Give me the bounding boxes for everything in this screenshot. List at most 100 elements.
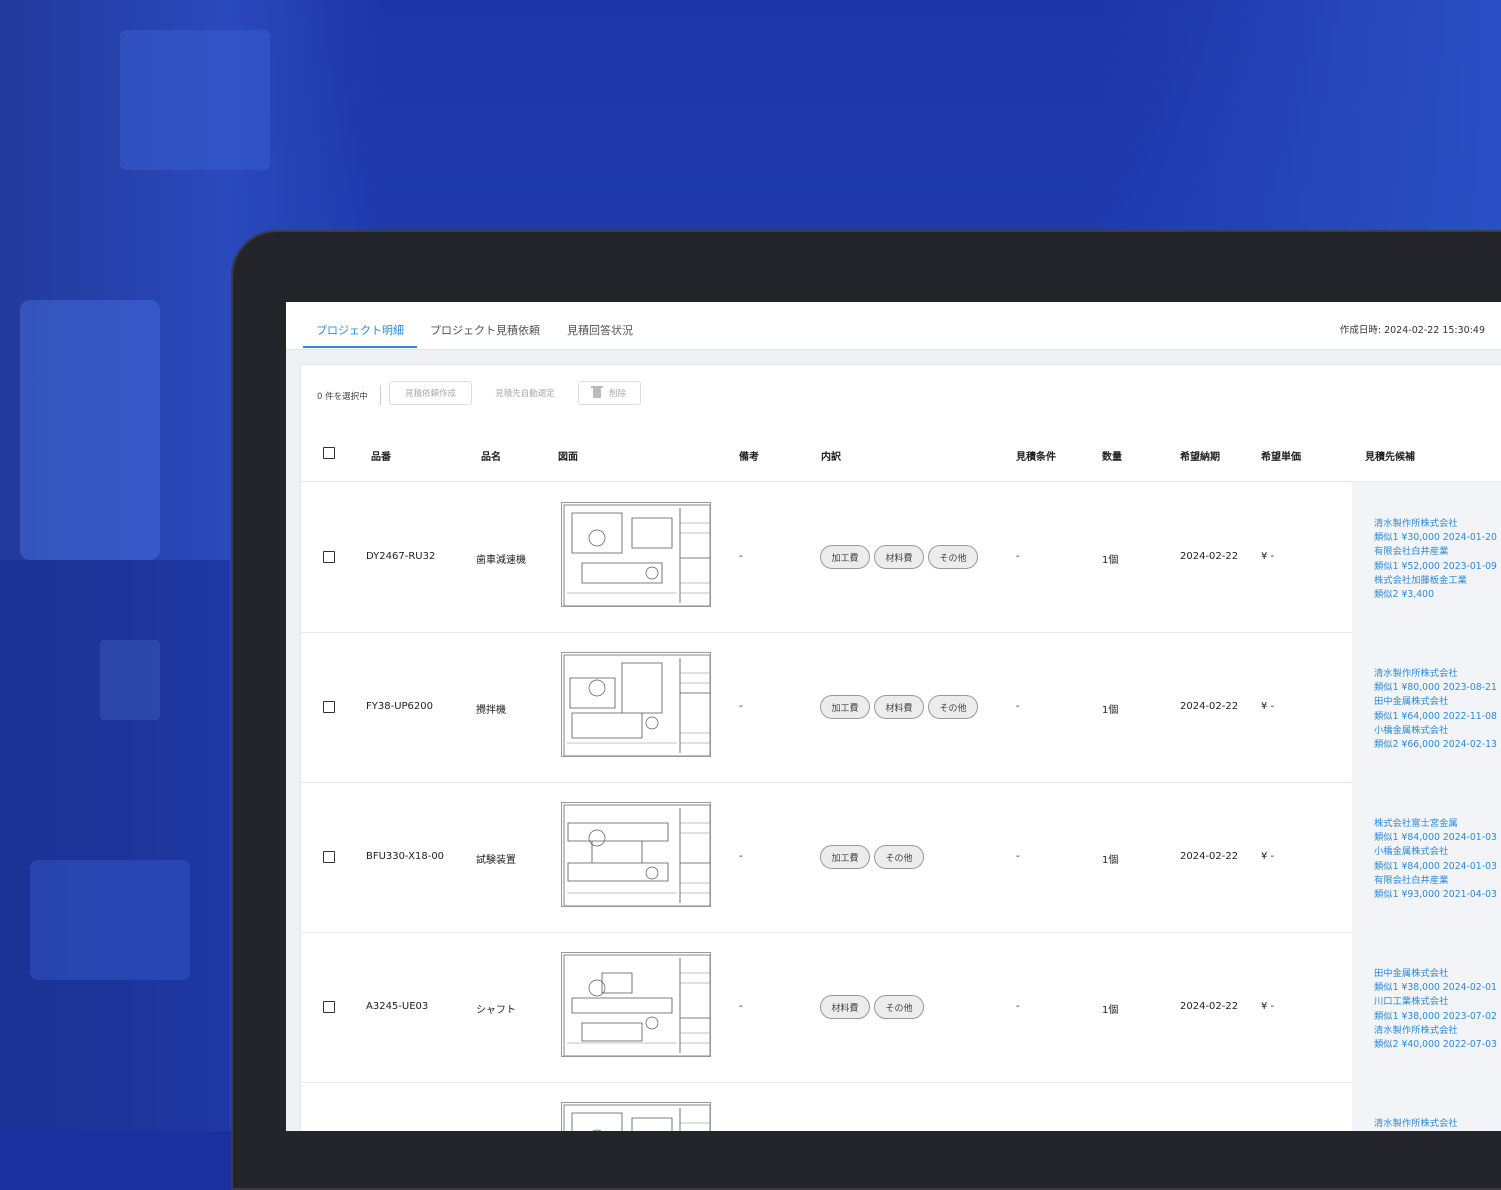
vendor-candidate-line[interactable]: 田中金属株式会社 [1374, 965, 1448, 979]
breakdown-chip[interactable]: その他 [928, 545, 978, 569]
vendor-candidate-line[interactable]: 類似1 ¥30,000 2024-01-20 [1374, 529, 1497, 543]
app-screen: プロジェクト明細 プロジェクト見積依頼 見積回答状況 作成日時: 2024-02… [286, 302, 1501, 1131]
vendor-candidate-line[interactable]: 類似1 ¥52,000 2023-01-09 [1374, 558, 1497, 572]
part-no: DY2467-RU32 [366, 551, 436, 562]
drawing-thumbnail[interactable] [561, 502, 711, 607]
table-row[interactable]: 清水製作所株式会社 [301, 1082, 1501, 1131]
table-row[interactable]: FY38-UP6200 攪拌機 - 加工費 材料費 その他 - 1個 2024-02-22 ¥ … [301, 632, 1501, 783]
row-checkbox[interactable] [323, 1001, 335, 1013]
vendor-candidate-line[interactable]: 清水製作所株式会社 [1374, 515, 1458, 529]
vendor-candidate-line[interactable]: 類似1 ¥64,000 2022-11-08 [1374, 708, 1497, 722]
part-no: A3245-UE03 [366, 1001, 429, 1012]
vendor-candidate-line[interactable]: 株式会社富士宮金属 [1374, 815, 1458, 829]
technical-drawing-icon [563, 654, 710, 756]
vendor-candidates: 株式会社富士宮金属 類似1 ¥84,000 2024-01-03 小橋金属株式会社類… [1352, 782, 1501, 932]
vendor-candidate-line[interactable]: 類似1 ¥84,000 2024-01-03 [1374, 858, 1497, 872]
table-row[interactable]: BFU330-X18-00 試験装置 - 加工費 その他 - 1個 2024-02-22 ¥ … [301, 782, 1501, 933]
drawing-thumbnail[interactable] [561, 952, 711, 1057]
breakdown-chip[interactable]: その他 [928, 695, 978, 719]
breakdown-chip[interactable]: 加工費 [820, 545, 870, 569]
part-name: 歯車減速機 [476, 555, 526, 566]
vendor-candidate-line[interactable]: 川口工業株式会社 [1374, 993, 1448, 1007]
header-breakdown[interactable]: 内訳 [821, 448, 841, 463]
vendor-candidate-line[interactable]: 類似1 ¥93,000 2021-04-03 [1374, 886, 1497, 900]
desired-unit-price: ¥ - [1261, 851, 1275, 862]
desired-unit-price: ¥ - [1261, 551, 1275, 562]
vendor-candidate-line[interactable]: 清水製作所株式会社 [1374, 1115, 1458, 1129]
vendor-candidates: 清水製作所株式会社 類似1 ¥30,000 2024-01-20 有限会社白井産業類… [1352, 482, 1501, 632]
delete-button[interactable]: 削除 [578, 381, 641, 405]
breakdown-chip[interactable]: その他 [874, 845, 924, 869]
header-remarks[interactable]: 備考 [739, 448, 759, 463]
tab-bar: プロジェクト明細 プロジェクト見積依頼 見積回答状況 作成日時: 2024-02… [286, 302, 1501, 350]
row-checkbox[interactable] [323, 551, 335, 563]
vendor-candidate-line[interactable]: 類似1 ¥84,000 2024-01-03 [1374, 829, 1497, 843]
vendor-candidate-line[interactable]: 株式会社加藤板金工業 [1374, 572, 1467, 586]
drawing-thumbnail[interactable] [561, 652, 711, 757]
remarks: - [739, 551, 743, 562]
vendor-candidate-line[interactable]: 類似2 ¥66,000 2024-02-13 [1374, 736, 1497, 750]
header-drawing[interactable]: 図面 [558, 448, 578, 463]
vendor-candidate-line[interactable]: 類似2 ¥40,000 2022-07-03 [1374, 1036, 1497, 1050]
technical-drawing-icon [563, 504, 710, 606]
header-unit-price[interactable]: 希望単価 [1261, 448, 1301, 463]
desired-delivery: 2024-02-22 [1180, 1001, 1239, 1012]
desired-delivery: 2024-02-22 [1180, 701, 1239, 712]
tab-project-quote-requests[interactable]: プロジェクト見積依頼 [430, 322, 540, 338]
part-no: BFU330-X18-00 [366, 851, 445, 862]
create-quote-request-button[interactable]: 見積依頼作成 [389, 381, 472, 405]
vendor-candidate-line[interactable]: 田中金属株式会社 [1374, 693, 1448, 707]
quantity: 1個 [1102, 855, 1119, 866]
delete-label: 削除 [608, 389, 626, 399]
header-part-name[interactable]: 品名 [481, 448, 501, 463]
selection-count: 0 件を選択中 [317, 392, 368, 402]
part-name: 試験装置 [476, 855, 516, 866]
vendor-candidate-line[interactable]: 類似1 ¥80,000 2023-08-21 [1374, 679, 1497, 693]
breakdown-chip[interactable]: 材料費 [874, 695, 924, 719]
breakdown-chip[interactable]: 材料費 [874, 545, 924, 569]
trash-icon [590, 386, 603, 398]
desired-unit-price: ¥ - [1261, 1001, 1275, 1012]
vendor-candidate-line[interactable]: 小橋金属株式会社 [1374, 843, 1448, 857]
quote-conditions: - [1016, 1001, 1020, 1012]
remarks: - [739, 701, 743, 712]
technical-drawing-icon [563, 954, 710, 1056]
vendor-candidate-line[interactable]: 有限会社白井産業 [1374, 872, 1448, 886]
vendor-candidate-line[interactable]: 小橋金属株式会社 [1374, 722, 1448, 736]
part-name: 攪拌機 [476, 705, 506, 716]
desired-unit-price: ¥ - [1261, 701, 1275, 712]
header-part-no[interactable]: 品番 [371, 448, 391, 463]
breakdown-chip[interactable]: その他 [874, 995, 924, 1019]
drawing-thumbnail[interactable] [561, 1102, 711, 1131]
table-row[interactable]: A3245-UE03 シャフト - 材料費 その他 - 1個 2024-02-22 ¥ - 田中… [301, 932, 1501, 1083]
header-vendor-candidates[interactable]: 見積先候補 [1365, 448, 1415, 463]
breakdown-chip[interactable]: 加工費 [820, 845, 870, 869]
tab-quote-response-status[interactable]: 見積回答状況 [567, 322, 633, 338]
desired-delivery: 2024-02-22 [1180, 551, 1239, 562]
remarks: - [739, 1001, 743, 1012]
row-checkbox[interactable] [323, 701, 335, 713]
vendor-candidates: 田中金属株式会社 類似1 ¥38,000 2024-02-01 川口工業株式会社 類似… [1352, 932, 1501, 1082]
table-row[interactable]: DY2467-RU32 歯車減速機 - 加工費 材料費 その他 - 1個 2024-02-22… [301, 482, 1501, 633]
breakdown-chip[interactable]: 材料費 [820, 995, 870, 1019]
vendor-candidate-line[interactable]: 有限会社白井産業 [1374, 543, 1448, 557]
quantity: 1個 [1102, 1005, 1119, 1016]
header-quantity[interactable]: 数量 [1102, 448, 1122, 463]
quote-conditions: - [1016, 551, 1020, 562]
active-tab-indicator [303, 346, 417, 348]
technical-drawing-icon [563, 1104, 710, 1131]
tab-project-details[interactable]: プロジェクト明細 [316, 322, 404, 338]
header-conditions[interactable]: 見積条件 [1016, 448, 1056, 463]
header-delivery[interactable]: 希望納期 [1180, 448, 1220, 463]
drawing-thumbnail[interactable] [561, 802, 711, 907]
vendor-candidate-line[interactable]: 清水製作所株式会社 [1374, 1022, 1458, 1036]
vendor-candidate-line[interactable]: 類似1 ¥38,000 2024-02-01 [1374, 979, 1497, 993]
breakdown-chip[interactable]: 加工費 [820, 695, 870, 719]
quote-conditions: - [1016, 701, 1020, 712]
row-checkbox[interactable] [323, 851, 335, 863]
auto-select-vendor-button[interactable]: 見積先自動選定 [485, 381, 565, 405]
vendor-candidate-line[interactable]: 清水製作所株式会社 [1374, 665, 1458, 679]
select-all-checkbox[interactable] [323, 447, 335, 459]
vendor-candidate-line[interactable]: 類似2 ¥3,400 [1374, 586, 1434, 600]
vendor-candidate-line[interactable]: 類似1 ¥38,000 2023-07-02 [1374, 1008, 1497, 1022]
